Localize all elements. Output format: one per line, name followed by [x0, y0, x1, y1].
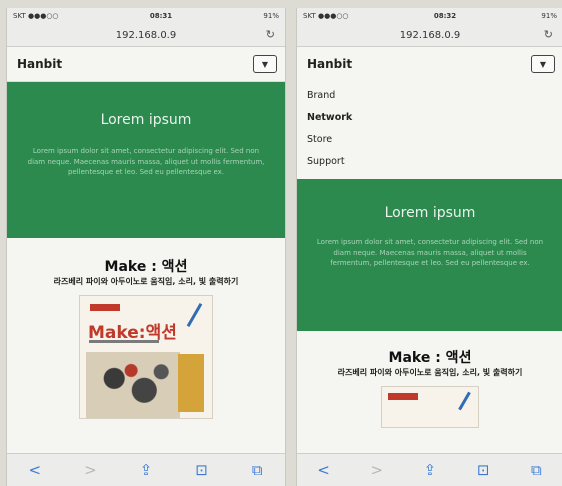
url-text[interactable]: 192.168.0.9: [400, 30, 460, 41]
navbar-toggle-button[interactable]: ▼: [531, 55, 555, 73]
status-bar: SKT ●●●○○ 08:31 91%: [7, 8, 285, 24]
caret-down-icon: ▼: [539, 59, 547, 69]
battery-level: 91%: [263, 12, 279, 20]
bookmarks-icon[interactable]: ⊡: [468, 461, 498, 479]
browser-toolbar: < > ⇪ ⊡ ⧉: [297, 453, 562, 486]
phone-screen-collapsed: SKT ●●●○○ 08:31 91% 192.168.0.9 ↻ Hanbit…: [6, 8, 286, 486]
tabs-icon[interactable]: ⧉: [242, 461, 272, 479]
battery-level: 91%: [541, 12, 557, 20]
menu-item-support[interactable]: Support: [307, 151, 553, 173]
hero-jumbotron: Lorem ipsum Lorem ipsum dolor sit amet, …: [7, 82, 285, 238]
url-text[interactable]: 192.168.0.9: [116, 30, 176, 41]
screwdriver-icon: [458, 391, 471, 411]
carrier-signal: SKT ●●●○○: [303, 12, 349, 20]
status-time: 08:32: [433, 12, 457, 20]
screwdriver-icon: [186, 302, 203, 328]
book-section-title: Make : 액션: [388, 350, 472, 366]
book-cover-image: [381, 386, 479, 428]
navbar-toggle-button[interactable]: ▼: [253, 55, 277, 73]
menu-item-store[interactable]: Store: [307, 129, 553, 151]
robot-illustration: [86, 352, 180, 418]
navbar-brand[interactable]: Hanbit: [17, 57, 62, 71]
menu-item-brand[interactable]: Brand: [307, 85, 553, 107]
caret-down-icon: ▼: [261, 59, 269, 69]
carrier-signal: SKT ●●●○○: [13, 12, 59, 20]
book-section-title: Make : 액션: [104, 259, 188, 275]
reload-icon[interactable]: ↻: [266, 28, 275, 41]
address-bar[interactable]: 192.168.0.9 ↻: [297, 24, 562, 47]
back-icon[interactable]: <: [309, 461, 339, 479]
book-section-subtitle: 라즈베리 파이와 아두이노로 움직임, 소리, 빛 출력하기: [53, 277, 239, 286]
address-bar[interactable]: 192.168.0.9 ↻: [7, 24, 285, 47]
book-section: Make : 액션 라즈베리 파이와 아두이노로 움직임, 소리, 빛 출력하기…: [7, 238, 285, 476]
hero-jumbotron: Lorem ipsum Lorem ipsum dolor sit amet, …: [297, 179, 562, 331]
navbar: Hanbit ▼: [297, 47, 562, 81]
hero-title: Lorem ipsum: [100, 112, 192, 128]
status-bar: SKT ●●●○○ 08:32 91%: [297, 8, 562, 24]
menu-item-network[interactable]: Network: [307, 107, 553, 129]
browser-toolbar: < > ⇪ ⊡ ⧉: [7, 453, 285, 486]
hero-title: Lorem ipsum: [384, 205, 476, 221]
publisher-logo: [90, 304, 120, 311]
hero-text: Lorem ipsum dolor sit amet, consectetur …: [27, 147, 265, 176]
circuit-board-illustration: [178, 354, 204, 412]
share-icon[interactable]: ⇪: [131, 461, 161, 479]
navbar: Hanbit ▼: [7, 47, 285, 82]
publisher-logo: [388, 393, 418, 400]
book-cover-image: Make:액션: [79, 295, 213, 419]
bookmarks-icon[interactable]: ⊡: [187, 461, 217, 479]
status-time: 08:31: [149, 12, 173, 20]
reload-icon[interactable]: ↻: [544, 28, 553, 41]
tabs-icon[interactable]: ⧉: [521, 461, 551, 479]
navbar-brand[interactable]: Hanbit: [307, 57, 352, 71]
hero-text: Lorem ipsum dolor sit amet, consectetur …: [316, 238, 544, 267]
book-section-subtitle: 라즈베리 파이와 아두이노로 움직임, 소리, 빛 출력하기: [337, 368, 523, 377]
back-icon[interactable]: <: [20, 461, 50, 479]
forward-icon[interactable]: >: [75, 461, 105, 479]
book-section: Make : 액션 라즈베리 파이와 아두이노로 움직임, 소리, 빛 출력하기: [297, 331, 562, 467]
book-cover-subtitle-line: [89, 340, 159, 343]
phone-screen-expanded: SKT ●●●○○ 08:32 91% 192.168.0.9 ↻ Hanbit…: [296, 8, 562, 486]
forward-icon[interactable]: >: [362, 461, 392, 479]
share-icon[interactable]: ⇪: [415, 461, 445, 479]
navbar-collapse-menu: Brand Network Store Support: [297, 81, 562, 179]
